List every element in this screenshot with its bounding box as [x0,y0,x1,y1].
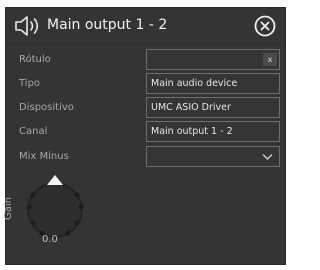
output-settings-panel: Main output 1 - 2 Rótulo x Tipo Main aud… [3,7,286,265]
tipo-field: Main audio device [146,73,280,94]
gain-knob[interactable] [20,173,90,243]
mix-minus-select[interactable] [146,146,280,167]
label-mix-minus: Mix Minus [19,151,69,162]
dispositivo-field: UMC ASIO Driver [146,97,280,118]
gain-value: 0.0 [42,234,58,245]
chevron-down-icon [262,154,273,160]
title-bar: Main output 1 - 2 [6,8,285,44]
knob-indicator [47,175,63,185]
label-canal: Canal [19,126,48,137]
close-icon[interactable] [254,15,276,37]
gain-label: Gain [3,197,14,220]
label-dispositivo: Dispositivo [19,102,74,113]
clear-button[interactable]: x [263,53,277,66]
label-rotulo: Rótulo [19,54,51,65]
window-title: Main output 1 - 2 [47,17,168,33]
canal-field: Main output 1 - 2 [146,121,280,142]
speaker-icon [15,16,39,36]
label-tipo: Tipo [19,78,41,89]
rotulo-input[interactable]: x [146,49,280,70]
